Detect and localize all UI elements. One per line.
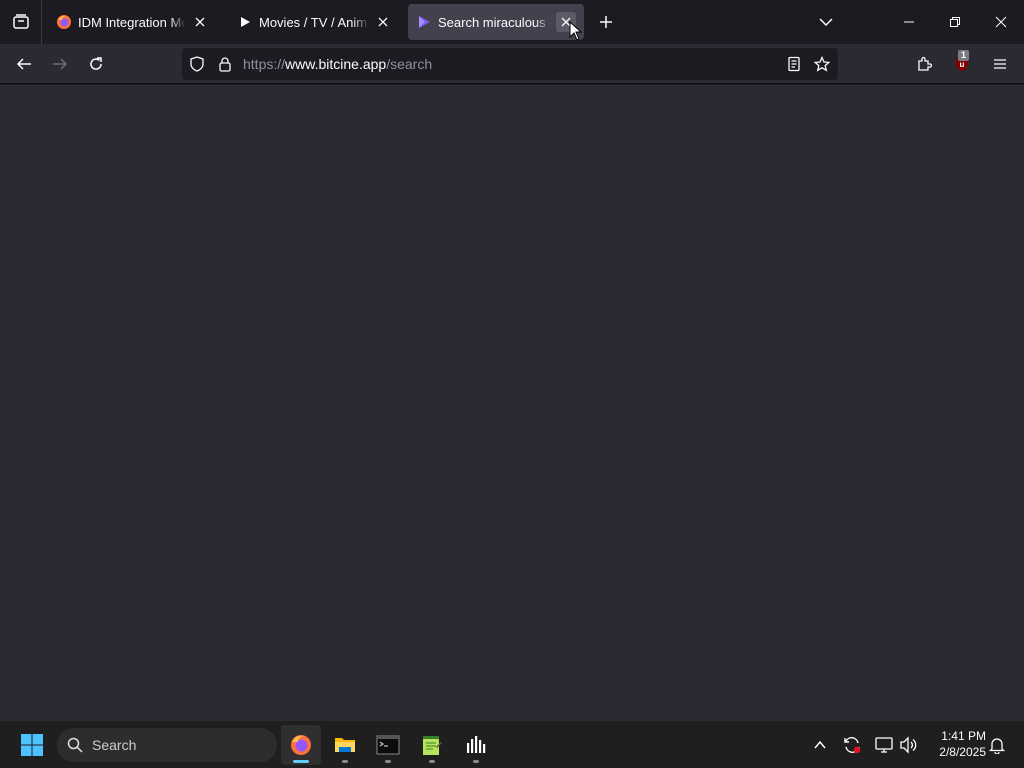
windows-start-icon[interactable] (14, 729, 50, 761)
url-host: www.bitcine.app (285, 56, 387, 72)
url-scheme: https:// (243, 56, 286, 72)
close-window-icon[interactable] (978, 0, 1024, 44)
shield-icon[interactable] (189, 56, 205, 72)
taskbar: Search 1:41 PM 2/8/2025 (0, 720, 1024, 768)
system-clock[interactable]: 1:41 PM 2/8/2025 (926, 728, 986, 760)
tab-title: Search miraculous - Bitcine (438, 14, 552, 30)
firefox-icon (56, 14, 72, 30)
tab-strip: IDM Integration Module Movies / TV / Ani… (0, 0, 1024, 44)
restore-icon[interactable] (932, 0, 978, 44)
chevron-up-icon[interactable] (808, 733, 832, 757)
running-indicator (342, 760, 348, 763)
clock-time: 1:41 PM (941, 729, 986, 743)
url-bar[interactable]: https://www.bitcine.app/search (182, 48, 838, 80)
tab-title: Movies / TV / Anime • Bitcine (259, 14, 369, 30)
running-indicator (473, 760, 479, 763)
forward-icon[interactable] (44, 48, 76, 80)
minimize-icon[interactable] (886, 0, 932, 44)
taskbar-audio-app[interactable] (456, 725, 496, 765)
volume-icon[interactable] (896, 733, 920, 757)
menu-icon[interactable] (984, 48, 1016, 80)
back-icon[interactable] (8, 48, 40, 80)
taskbar-notepad[interactable] (412, 725, 452, 765)
extension-badge: 1 (958, 50, 970, 61)
taskbar-file-explorer[interactable] (325, 725, 365, 765)
sync-icon[interactable] (840, 733, 864, 757)
taskbar-terminal[interactable] (368, 725, 408, 765)
audio-app-icon (464, 733, 488, 757)
tab-title: IDM Integration Module (78, 14, 186, 30)
tab-idm-integration[interactable]: IDM Integration Module (48, 4, 218, 40)
firefox-icon (289, 733, 313, 757)
notepad-icon (420, 733, 444, 757)
clock-date: 2/8/2025 (939, 745, 986, 759)
running-indicator (385, 760, 391, 763)
extensions-icon[interactable] (908, 48, 940, 80)
search-label: Search (92, 737, 137, 753)
close-tab-icon[interactable] (373, 12, 393, 32)
navigation-toolbar: https://www.bitcine.app/search u (0, 44, 1024, 84)
list-all-tabs-icon[interactable] (812, 8, 840, 36)
notification-bell-icon[interactable] (985, 733, 1009, 757)
active-indicator (293, 760, 309, 763)
lock-icon[interactable] (217, 56, 233, 72)
reload-icon[interactable] (80, 48, 112, 80)
tab-manager-icon[interactable] (0, 0, 42, 44)
url-path: /search (386, 56, 433, 72)
search-icon (67, 737, 83, 753)
bookmark-star-icon[interactable] (814, 56, 830, 72)
running-indicator (429, 760, 435, 763)
new-tab-icon[interactable] (592, 8, 620, 36)
svg-text:u: u (960, 60, 965, 69)
network-icon[interactable] (872, 733, 896, 757)
bitcine-icon (416, 14, 432, 30)
close-tab-icon[interactable] (190, 12, 210, 32)
terminal-icon (376, 733, 400, 757)
page-content (0, 85, 1024, 720)
mouse-cursor-icon (569, 21, 583, 41)
reader-view-icon[interactable] (786, 56, 802, 72)
taskbar-firefox[interactable] (281, 725, 321, 765)
tab-search-miraculous[interactable]: Search miraculous - Bitcine (408, 4, 584, 40)
taskbar-search[interactable]: Search (57, 728, 277, 762)
tab-movies-tv-anime[interactable]: Movies / TV / Anime • Bitcine (229, 4, 401, 40)
play-icon (237, 14, 253, 30)
url-text[interactable]: https://www.bitcine.app/search (243, 56, 432, 72)
file-explorer-icon (333, 733, 357, 757)
